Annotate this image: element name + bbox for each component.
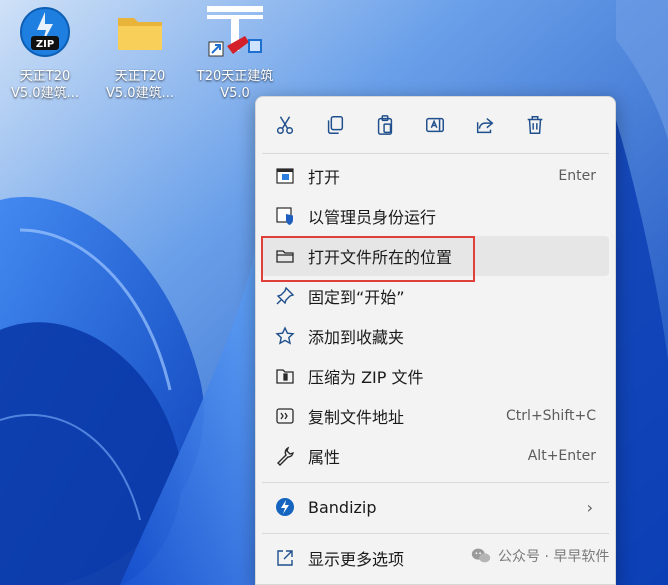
star-icon — [274, 325, 296, 347]
wechat-icon — [471, 548, 491, 563]
menu-item-shortcut: Alt+Enter — [527, 448, 596, 464]
cut-button[interactable] — [270, 110, 300, 140]
copy-path-icon — [274, 405, 296, 427]
t20-app-icon — [207, 6, 263, 58]
share-icon — [476, 118, 494, 134]
menu-item-add-to-favorites[interactable]: 添加到收藏夹 — [262, 316, 609, 356]
context-menu-toolbar — [256, 97, 615, 153]
menu-item-label: 压缩为 ZIP 文件 — [308, 368, 424, 387]
menu-item-properties[interactable]: 属性 Alt+Enter — [262, 436, 609, 476]
folder-icon — [274, 245, 296, 267]
chevron-right-icon: › — [586, 497, 593, 517]
copy-button[interactable] — [320, 110, 350, 140]
cut-icon — [276, 116, 294, 134]
menu-item-open[interactable]: 打开 Enter — [262, 156, 609, 196]
copy-icon — [327, 116, 344, 134]
bandizip-icon — [274, 496, 296, 518]
svg-text:ZIP: ZIP — [36, 39, 54, 50]
folder-icon — [114, 6, 166, 58]
menu-item-label: 打开文件所在的位置 — [308, 248, 453, 267]
menu-item-label: 添加到收藏夹 — [308, 328, 405, 347]
watermark-text: 公众号 · 早早软件 — [498, 549, 610, 565]
pin-icon — [274, 285, 296, 307]
zip-icon — [274, 365, 296, 387]
admin-shield-icon — [274, 205, 296, 227]
desktop-icon-folder[interactable]: 天正T20 V5.0建筑... — [97, 6, 183, 102]
desktop-icon-t20-shortcut[interactable]: T20天正建筑 V5.0 — [192, 6, 278, 102]
delete-icon — [527, 116, 543, 134]
menu-item-label: Bandizip — [308, 497, 377, 517]
desktop-icon-label: 天正T20 V5.0建筑... — [11, 69, 79, 101]
rename-button[interactable] — [420, 110, 450, 140]
menu-item-run-as-admin[interactable]: 以管理员身份运行 — [262, 196, 609, 236]
menu-item-pin-to-start[interactable]: 固定到“开始” — [262, 276, 609, 316]
menu-item-open-file-location[interactable]: 打开文件所在的位置 — [262, 236, 609, 276]
wrench-icon — [274, 445, 296, 467]
menu-item-copy-path[interactable]: 复制文件地址 Ctrl+Shift+C — [262, 396, 609, 436]
paste-icon — [377, 115, 393, 135]
desktop-icon-zip[interactable]: ZIP 天正T20 V5.0建筑... — [2, 6, 88, 102]
menu-item-label: 打开 — [308, 168, 341, 187]
rename-icon — [426, 117, 444, 133]
paste-button[interactable] — [370, 110, 400, 140]
menu-item-bandizip[interactable]: Bandizip › — [262, 487, 609, 527]
share-button[interactable] — [470, 110, 500, 140]
zip-archive-icon: ZIP — [19, 6, 71, 58]
menu-item-label: 属性 — [308, 448, 341, 467]
menu-item-label: 复制文件地址 — [308, 408, 405, 427]
watermark: 公众号 · 早早软件 — [470, 543, 609, 569]
menu-item-label: 固定到“开始” — [308, 288, 405, 307]
desktop-icon-label: 天正T20 V5.0建筑... — [106, 69, 174, 101]
menu-item-compress-zip[interactable]: 压缩为 ZIP 文件 — [262, 356, 609, 396]
menu-item-label: 以管理员身份运行 — [308, 208, 437, 227]
open-app-icon — [274, 165, 296, 187]
more-options-icon — [274, 547, 296, 569]
context-menu: 打开 Enter 以管理员身份运行 打开文件所在的位置 固定到“开始” 添加到收… — [255, 96, 616, 585]
menu-item-shortcut: Ctrl+Shift+C — [506, 408, 596, 424]
menu-item-shortcut: Enter — [558, 168, 596, 184]
delete-button[interactable] — [520, 110, 550, 140]
